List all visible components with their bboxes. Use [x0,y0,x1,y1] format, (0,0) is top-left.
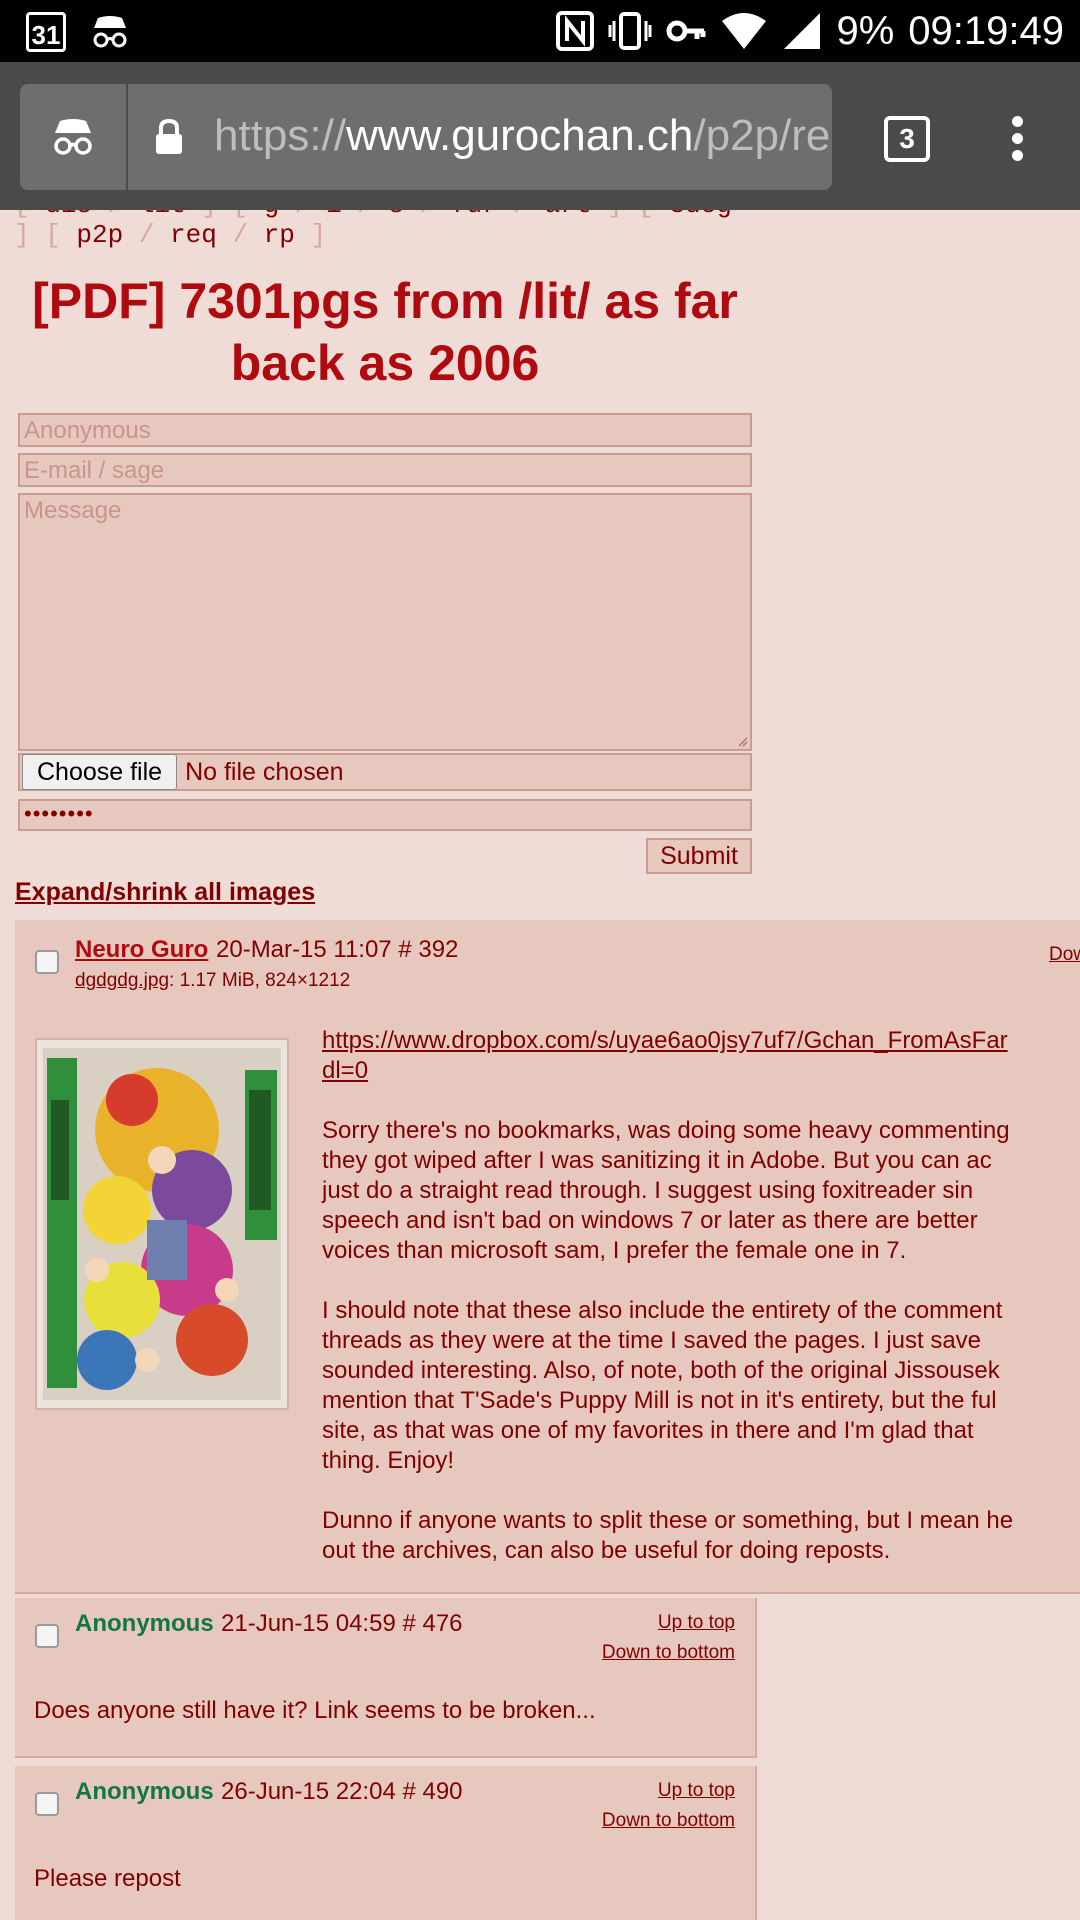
url-scheme: https:// [214,111,347,160]
post-checkbox[interactable] [35,1792,59,1816]
incognito-icon [54,119,92,155]
name-field[interactable]: Anonymous [18,413,752,447]
poster-name[interactable]: Neuro Guro [75,936,208,964]
message-placeholder: Message [24,497,122,524]
message-paragraph-1: Sorry there's no bookmarks, was doing so… [322,1117,1010,1264]
url-host: www.gurochan.ch [346,111,694,160]
dropbox-link[interactable]: https://www.dropbox.com/s/uyae6ao0jsy7uf… [322,1027,1008,1054]
wifi-icon [722,13,767,49]
battery-level: 9% [836,8,895,53]
board-link-s[interactable]: s [389,210,405,220]
board-link-p2p[interactable]: p2p [76,220,123,250]
post-number[interactable]: # 476 [402,1610,462,1637]
tab-count: 3 [899,123,915,154]
url-text: https://www.gurochan.ch/p2p/re [214,108,830,164]
page-content: [ dis / lit ] [ g / i / s / fur / art ] … [0,210,1080,1920]
reply-post: Anonymous 21-Jun-15 04:59 # 476 Up to to… [15,1598,757,1758]
board-link-dis[interactable]: dis [45,210,92,220]
status-right: 9% 09:19:49 [556,0,1064,62]
file-link[interactable]: dgdgdg.jpg [75,970,169,991]
tab-switcher-button[interactable]: 3 [884,116,930,162]
address-bar[interactable]: https://www.gurochan.ch/p2p/re [128,84,832,190]
file-input[interactable]: Choose file No file chosen [18,753,752,791]
incognito-badge[interactable] [20,84,126,190]
op-post: Neuro Guro 20-Mar-15 11:07 # 392 Dow dgd… [15,920,1080,1594]
email-field[interactable]: E-mail / sage [18,453,752,487]
submit-button[interactable]: Submit [646,838,752,874]
post-thumbnail[interactable] [35,1038,289,1410]
post-number[interactable]: # 490 [402,1778,462,1805]
board-link-lit[interactable]: lit [139,210,186,220]
reply-post: Anonymous 26-Jun-15 22:04 # 490 Up to to… [15,1766,757,1920]
message-paragraph-3: Dunno if anyone wants to split these or … [322,1507,1014,1564]
email-placeholder: E-mail / sage [24,457,165,484]
down-to-bottom-link[interactable]: Down to bottom [602,1642,735,1664]
url-path: /p2p/re [693,111,831,160]
post-meta: 21-Jun-15 04:59 # 476 [221,1610,463,1638]
board-link-g[interactable]: g [264,210,280,220]
password-mask: •••••••• [24,801,94,826]
post-message: https://www.dropbox.com/s/uyae6ao0jsy7uf… [322,1026,1080,1566]
poster-name: Anonymous [75,1610,214,1637]
poster-name: Anonymous [75,1778,214,1805]
down-to-bottom-link[interactable]: Down to bottom [602,1810,735,1832]
calendar-icon: 31 [26,12,66,52]
board-link-fur[interactable]: fur [451,210,498,220]
password-field[interactable]: •••••••• [18,799,752,831]
post-message: Does anyone still have it? Link seems to… [34,1697,596,1724]
thread-title: [PDF] 7301pgs from /lit/ as far back as … [32,273,738,391]
overflow-menu-icon[interactable] [1010,116,1024,162]
expand-all-images-link[interactable]: Expand/shrink all images [15,878,315,907]
vpn-key-icon [666,20,706,42]
board-link-3dcg[interactable]: 3dcg [669,210,731,220]
message-paragraph-2: I should note that these also include th… [322,1297,1003,1474]
vibrate-icon [608,12,652,50]
post-message: Please repost [34,1865,181,1892]
calendar-day: 31 [31,20,61,50]
nfc-icon [556,11,595,51]
lock-icon [156,118,182,154]
board-nav: [ dis / lit ] [ g / i / s / fur / art ] … [14,210,732,250]
message-textarea[interactable]: Message [18,493,752,751]
post-checkbox[interactable] [35,950,59,974]
board-link-art[interactable]: art [545,210,592,220]
file-details: : 1.17 MiB, 824×1212 [169,970,351,991]
post-meta: 20-Mar-15 11:07 # 392 [216,936,458,964]
post-datetime: 21-Jun-15 04:59 [221,1610,396,1637]
name-placeholder: Anonymous [24,417,151,444]
post-checkbox[interactable] [35,1624,59,1648]
board-link-i[interactable]: i [326,210,342,220]
resize-handle-icon[interactable] [736,735,748,747]
clock: 09:19:49 [908,8,1064,53]
status-bar: 31 9% 09:19:49 [0,0,1080,62]
no-file-label: No file chosen [185,757,344,786]
post-number[interactable]: # 392 [398,936,458,963]
post-meta: 26-Jun-15 22:04 # 490 [221,1778,463,1806]
incognito-icon [93,16,127,48]
download-link[interactable]: Dow [1049,944,1080,966]
post-datetime: 26-Jun-15 22:04 [221,1778,396,1805]
dropbox-link-continued[interactable]: dl=0 [322,1057,368,1084]
up-to-top-link[interactable]: Up to top [658,1612,735,1634]
up-to-top-link[interactable]: Up to top [658,1780,735,1802]
post-datetime: 20-Mar-15 11:07 [216,936,392,963]
browser-toolbar: https://www.gurochan.ch/p2p/re 3 [0,62,1080,210]
file-info: dgdgdg.jpg: 1.17 MiB, 824×1212 [75,970,350,992]
choose-file-button[interactable]: Choose file [22,754,178,790]
board-link-rp[interactable]: rp [264,220,295,250]
signal-icon [784,13,821,49]
board-link-req[interactable]: req [170,220,217,250]
manga-cover-image [37,1040,287,1408]
